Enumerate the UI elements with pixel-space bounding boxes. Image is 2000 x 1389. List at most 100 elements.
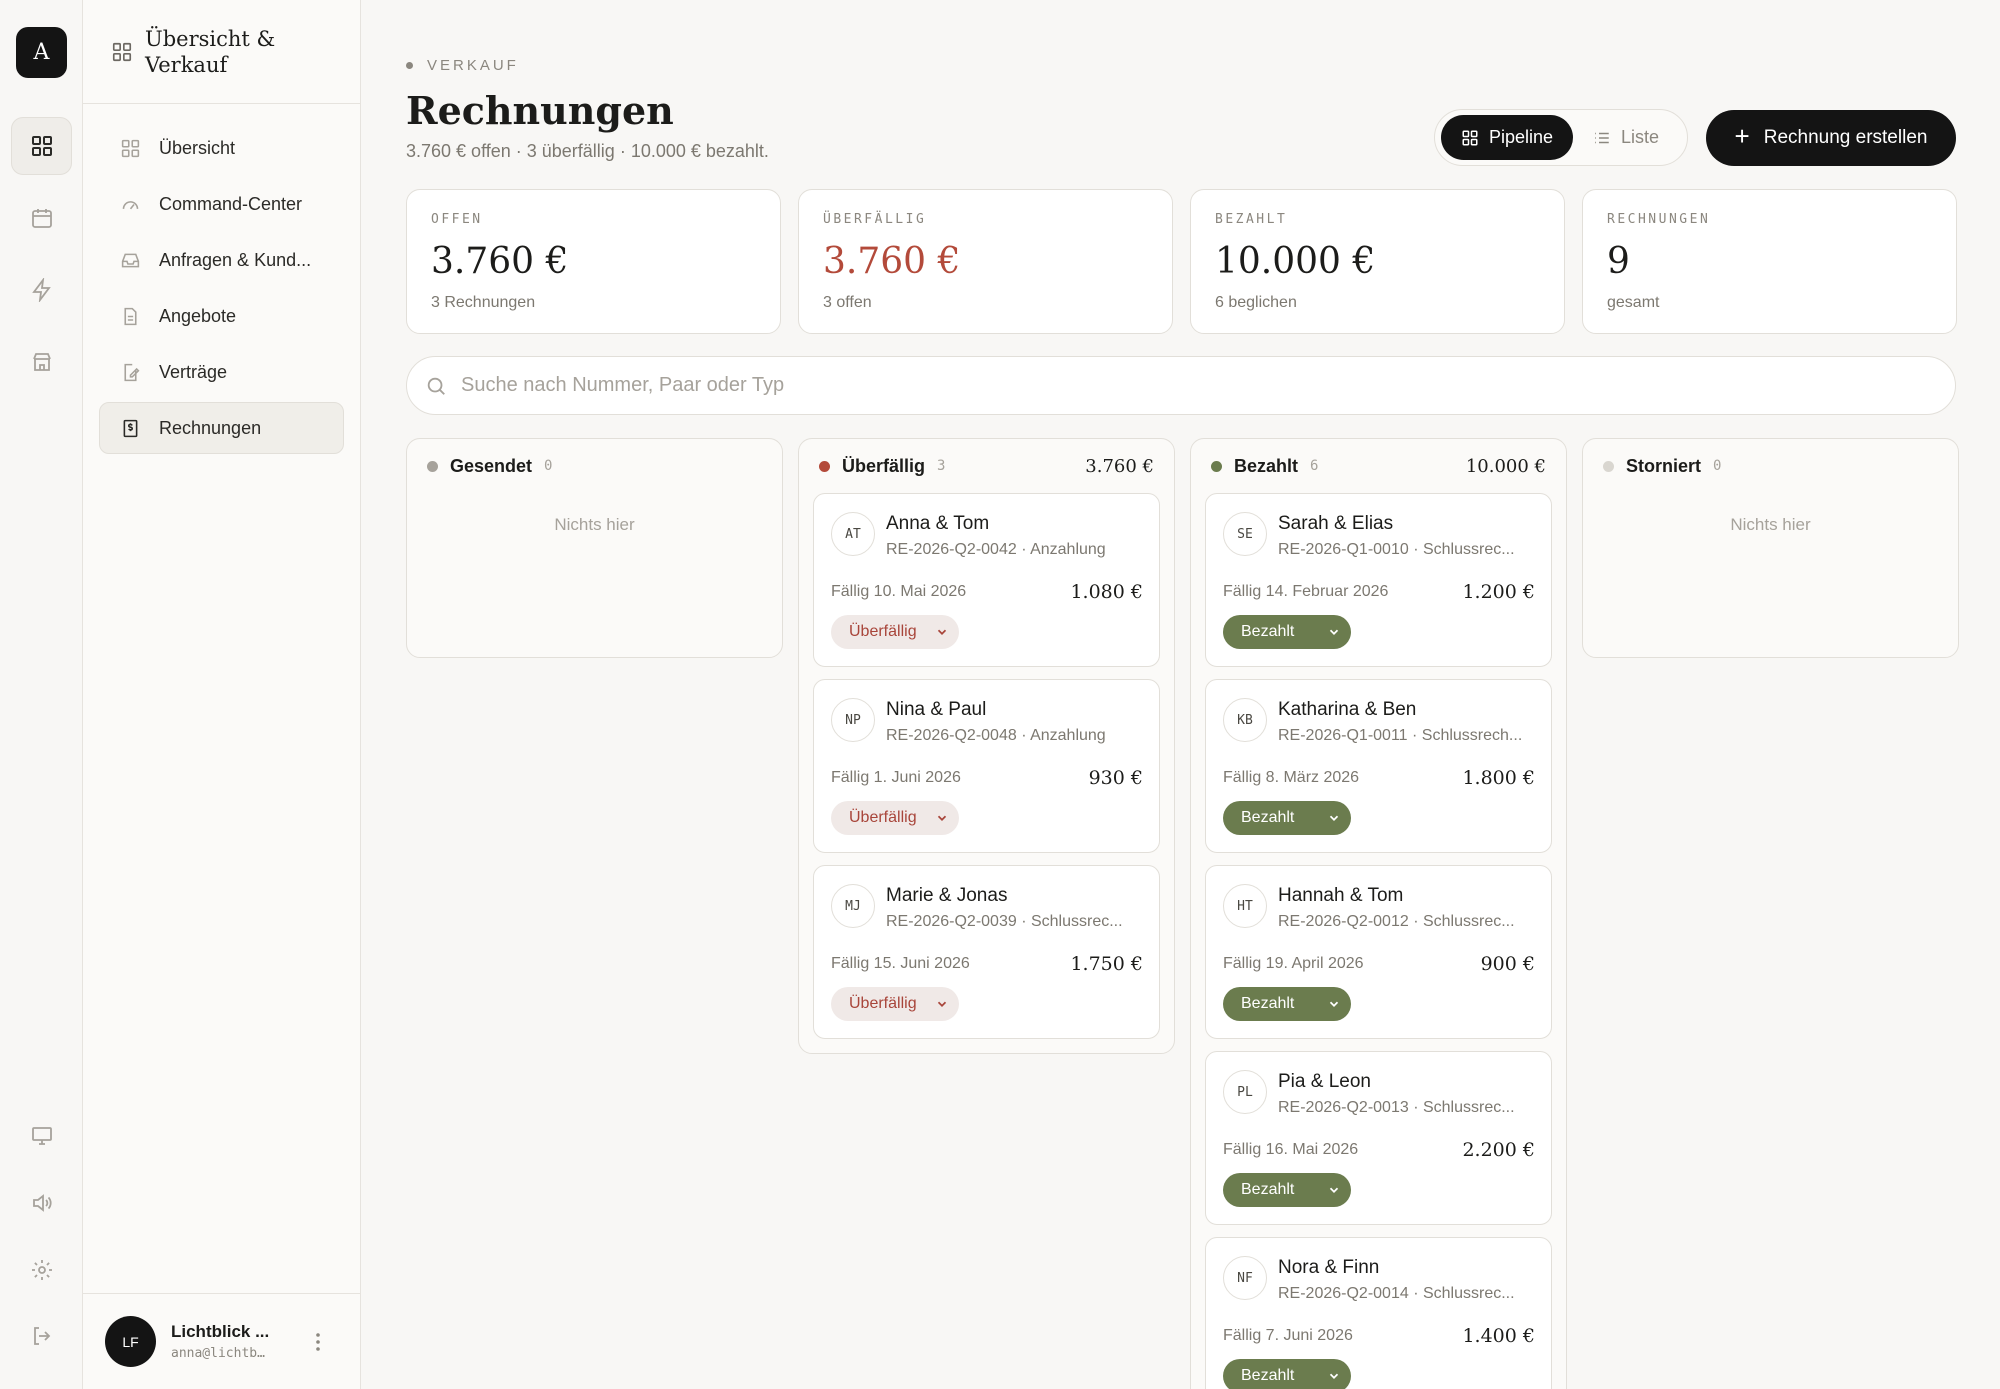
gear-icon[interactable] <box>11 1241 72 1299</box>
sidebar-item-angebote[interactable]: Angebote <box>99 290 344 342</box>
column-count: 0 <box>544 458 553 474</box>
search-input[interactable] <box>461 374 1861 397</box>
grid-icon[interactable] <box>11 117 72 175</box>
column-total: 10.000 € <box>1465 455 1546 477</box>
invoice-card[interactable]: MJ Marie & Jonas RE-2026-Q2-0039 · Schluss… <box>813 865 1160 1039</box>
sidebar-item-command-center[interactable]: Command-Center <box>99 178 344 230</box>
invoice-card[interactable]: NP Nina & Paul RE-2026-Q2-0048 · Anzahlung… <box>813 679 1160 853</box>
create-invoice-label: Rechnung erstellen <box>1763 127 1928 148</box>
sidebar-item-uebersicht[interactable]: Übersicht <box>99 122 344 174</box>
grid-icon <box>121 139 140 157</box>
sidebar-item-label: Rechnungen <box>159 417 262 438</box>
card-invoice-ref: RE-2026-Q2-0014 · Schlussrec... <box>1278 1285 1515 1302</box>
view-toggle: Pipeline Liste <box>1434 109 1688 166</box>
card-amount: 1.080 € <box>1070 581 1143 603</box>
status-dot-icon <box>819 460 830 472</box>
chevron-down-icon <box>1329 1187 1339 1193</box>
stat-card-rechnungen: RECHNUNGEN 9 gesamt <box>1582 189 1957 334</box>
empty-state: Nichts hier <box>554 515 635 534</box>
card-due-date: Fällig 14. Februar 2026 <box>1223 583 1389 600</box>
stat-label: ÜBERFÄLLIG <box>823 212 927 227</box>
status-label: Überfällig <box>849 809 917 826</box>
card-couple-name: Katharina & Ben <box>1278 699 1417 720</box>
stat-label: RECHNUNGEN <box>1607 212 1711 227</box>
card-couple-name: Hannah & Tom <box>1278 885 1404 906</box>
gauge-icon <box>122 200 139 209</box>
tab-liste-label: Liste <box>1621 127 1660 147</box>
stat-value: 9 <box>1607 241 1630 282</box>
avatar: PL <box>1223 1070 1267 1114</box>
bolt-icon[interactable] <box>11 261 72 319</box>
monitor-icon[interactable] <box>11 1107 72 1165</box>
card-amount: 2.200 € <box>1462 1139 1535 1161</box>
sidebar-nav: Übersicht Command-Center Anfragen & Kund… <box>83 104 360 454</box>
invoice-card[interactable]: AT Anna & Tom RE-2026-Q2-0042 · Anzahlung F… <box>813 493 1160 667</box>
app-logo[interactable]: A <box>16 27 67 78</box>
card-amount: 930 € <box>1088 767 1143 789</box>
avatar[interactable]: LF <box>105 1316 156 1367</box>
column-header: Überfällig 3 3.760 € <box>813 439 1160 493</box>
status-dropdown[interactable]: Bezahlt <box>1223 1173 1351 1207</box>
speaker-icon[interactable] <box>11 1174 72 1232</box>
breadcrumb: VERKAUF <box>406 57 519 74</box>
page-title: Rechnungen <box>406 88 674 133</box>
invoice-card[interactable]: PL Pia & Leon RE-2026-Q2-0013 · Schlussrec… <box>1205 1051 1552 1225</box>
logout-icon[interactable] <box>11 1307 72 1365</box>
column-title: Bezahlt <box>1234 455 1299 476</box>
card-couple-name: Sarah & Elias <box>1278 513 1394 534</box>
column-title: Überfällig <box>842 455 926 476</box>
card-invoice-ref: RE-2026-Q2-0048 · Anzahlung <box>886 727 1106 744</box>
invoice-card[interactable]: HT Hannah & Tom RE-2026-Q2-0012 · Schlussr… <box>1205 865 1552 1039</box>
card-amount: 1.200 € <box>1462 581 1535 603</box>
status-dropdown[interactable]: Bezahlt <box>1223 801 1351 835</box>
sidebar-item-anfragen[interactable]: Anfragen & Kund... <box>99 234 344 286</box>
card-invoice-ref: RE-2026-Q2-0039 · Schlussrec... <box>886 913 1123 930</box>
stat-card-offen: OFFEN 3.760 € 3 Rechnungen <box>406 189 781 334</box>
breadcrumb-label: VERKAUF <box>427 57 519 74</box>
empty-state: Nichts hier <box>1730 515 1811 534</box>
dot-icon <box>406 62 413 69</box>
card-invoice-ref: RE-2026-Q1-0010 · Schlussrec... <box>1278 541 1515 558</box>
status-dropdown[interactable]: Bezahlt <box>1223 615 1351 649</box>
document-icon <box>124 307 137 325</box>
tab-pipeline[interactable]: Pipeline <box>1441 115 1574 160</box>
icon-rail: A <box>0 0 83 1389</box>
avatar: MJ <box>831 884 875 928</box>
card-due-date: Fällig 8. März 2026 <box>1223 769 1360 786</box>
card-due-date: Fällig 19. April 2026 <box>1223 955 1364 972</box>
tab-liste[interactable]: Liste <box>1573 115 1679 160</box>
column-total: 3.760 € <box>1085 455 1154 477</box>
invoice-icon <box>123 419 138 437</box>
invoice-card[interactable]: SE Sarah & Elias RE-2026-Q1-0010 · Schluss… <box>1205 493 1552 667</box>
invoice-card[interactable]: NF Nora & Finn RE-2026-Q2-0014 · Schlussre… <box>1205 1237 1552 1389</box>
invoice-card[interactable]: KB Katharina & Ben RE-2026-Q1-0011 · Schlu… <box>1205 679 1552 853</box>
card-amount: 1.800 € <box>1462 767 1535 789</box>
account-section: LF Lichtblick ... anna@lichtb… <box>83 1293 361 1389</box>
column-header: Gesendet 0 <box>421 439 768 493</box>
card-couple-name: Nora & Finn <box>1278 1257 1380 1278</box>
avatar: NF <box>1223 1256 1267 1300</box>
store-icon[interactable] <box>11 333 72 391</box>
card-couple-name: Anna & Tom <box>886 513 990 534</box>
tab-pipeline-label: Pipeline <box>1489 127 1554 147</box>
chevron-down-icon <box>937 1001 947 1007</box>
more-vertical-icon[interactable] <box>309 1330 327 1354</box>
calendar-icon[interactable] <box>11 189 72 247</box>
avatar: AT <box>831 512 875 556</box>
status-dropdown[interactable]: Überfällig <box>831 987 959 1021</box>
chevron-down-icon <box>1329 1001 1339 1007</box>
status-dropdown[interactable]: Bezahlt <box>1223 1359 1351 1389</box>
list-icon <box>1595 132 1609 143</box>
sidebar-item-vertraege[interactable]: Verträge <box>99 346 344 398</box>
sidebar-item-rechnungen[interactable]: Rechnungen <box>99 402 344 454</box>
stats-row: OFFEN 3.760 € 3 Rechnungen ÜBERFÄLLIG 3.… <box>406 189 1957 334</box>
status-label: Überfällig <box>849 995 917 1012</box>
status-dropdown[interactable]: Überfällig <box>831 801 959 835</box>
account-email: anna@lichtb… <box>171 1346 265 1361</box>
create-invoice-button[interactable]: + Rechnung erstellen <box>1706 110 1956 166</box>
board-column: Überfällig 3 3.760 € AT Anna & Tom RE-2026-Q2… <box>798 438 1175 1054</box>
status-dot-icon <box>1603 460 1614 472</box>
status-dropdown[interactable]: Bezahlt <box>1223 987 1351 1021</box>
status-label: Bezahlt <box>1241 1181 1295 1198</box>
status-dropdown[interactable]: Überfällig <box>831 615 959 649</box>
